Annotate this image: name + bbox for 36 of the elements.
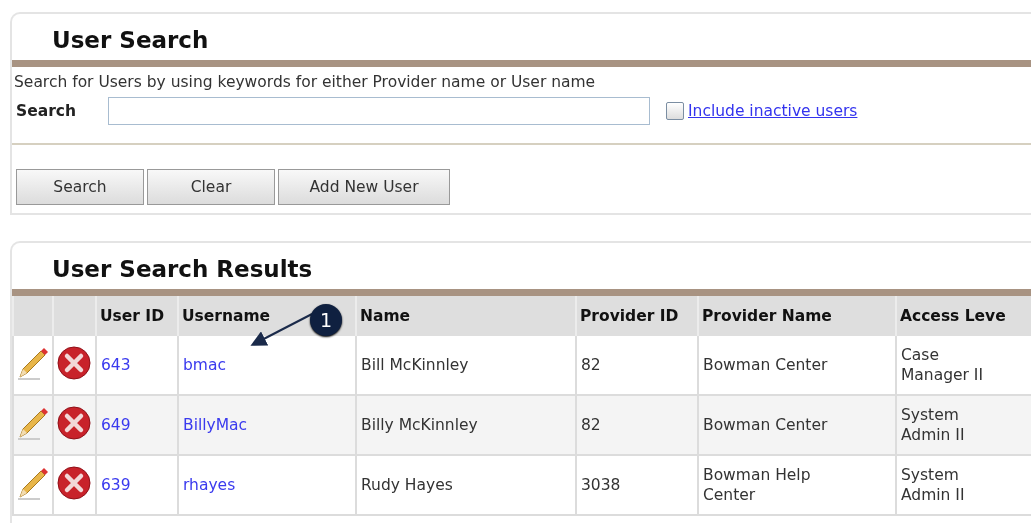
table-cell-text: Bowman Help Center xyxy=(703,465,812,505)
table-cell: Bowman Center xyxy=(703,355,828,375)
panel-title: User Search Results xyxy=(51,255,314,284)
table-cell: 3038 xyxy=(581,476,621,494)
panel-title: User Search xyxy=(51,26,210,55)
table-cell: Billy McKinnley xyxy=(361,416,478,434)
search-button[interactable]: Search xyxy=(16,169,144,205)
delete-icon[interactable] xyxy=(56,464,92,501)
user-id-link[interactable]: 643 xyxy=(101,356,131,374)
table-cell: Rudy Hayes xyxy=(361,476,453,494)
clear-button[interactable]: Clear xyxy=(147,169,275,205)
user-id-link[interactable]: 639 xyxy=(101,476,131,494)
checkbox[interactable] xyxy=(666,102,684,120)
column-header: Access Leve xyxy=(900,307,1006,325)
table-cell: Bill McKinnley xyxy=(361,356,469,374)
column-header: Provider ID xyxy=(580,307,679,325)
instructions-text: Search for Users by using keywords for either Provider name or User name xyxy=(13,72,597,91)
table-cell: 82 xyxy=(581,356,601,374)
column-header: Provider Name xyxy=(702,307,832,325)
table-cell: 82 xyxy=(581,416,601,434)
search-field[interactable] xyxy=(108,97,650,125)
table-cell: Bowman Center xyxy=(703,415,828,435)
delete-icon[interactable] xyxy=(56,344,92,381)
column-header: User ID xyxy=(100,307,164,325)
column-header: Name xyxy=(360,307,411,325)
username-link[interactable]: BillyMac xyxy=(183,416,248,434)
username-link[interactable]: bmac xyxy=(183,356,226,374)
add-user-button[interactable]: Add New User xyxy=(278,169,450,205)
user-id-link[interactable]: 649 xyxy=(101,416,131,434)
table-cell-text: System Admin II xyxy=(901,405,966,445)
table-cell-text: Case Manager II xyxy=(901,345,984,385)
username-link[interactable]: rhayes xyxy=(183,476,236,494)
column-header: Username xyxy=(182,307,271,325)
search-label: Search xyxy=(16,102,77,120)
table-cell-text: System Admin II xyxy=(901,465,966,505)
delete-icon[interactable] xyxy=(56,404,92,441)
